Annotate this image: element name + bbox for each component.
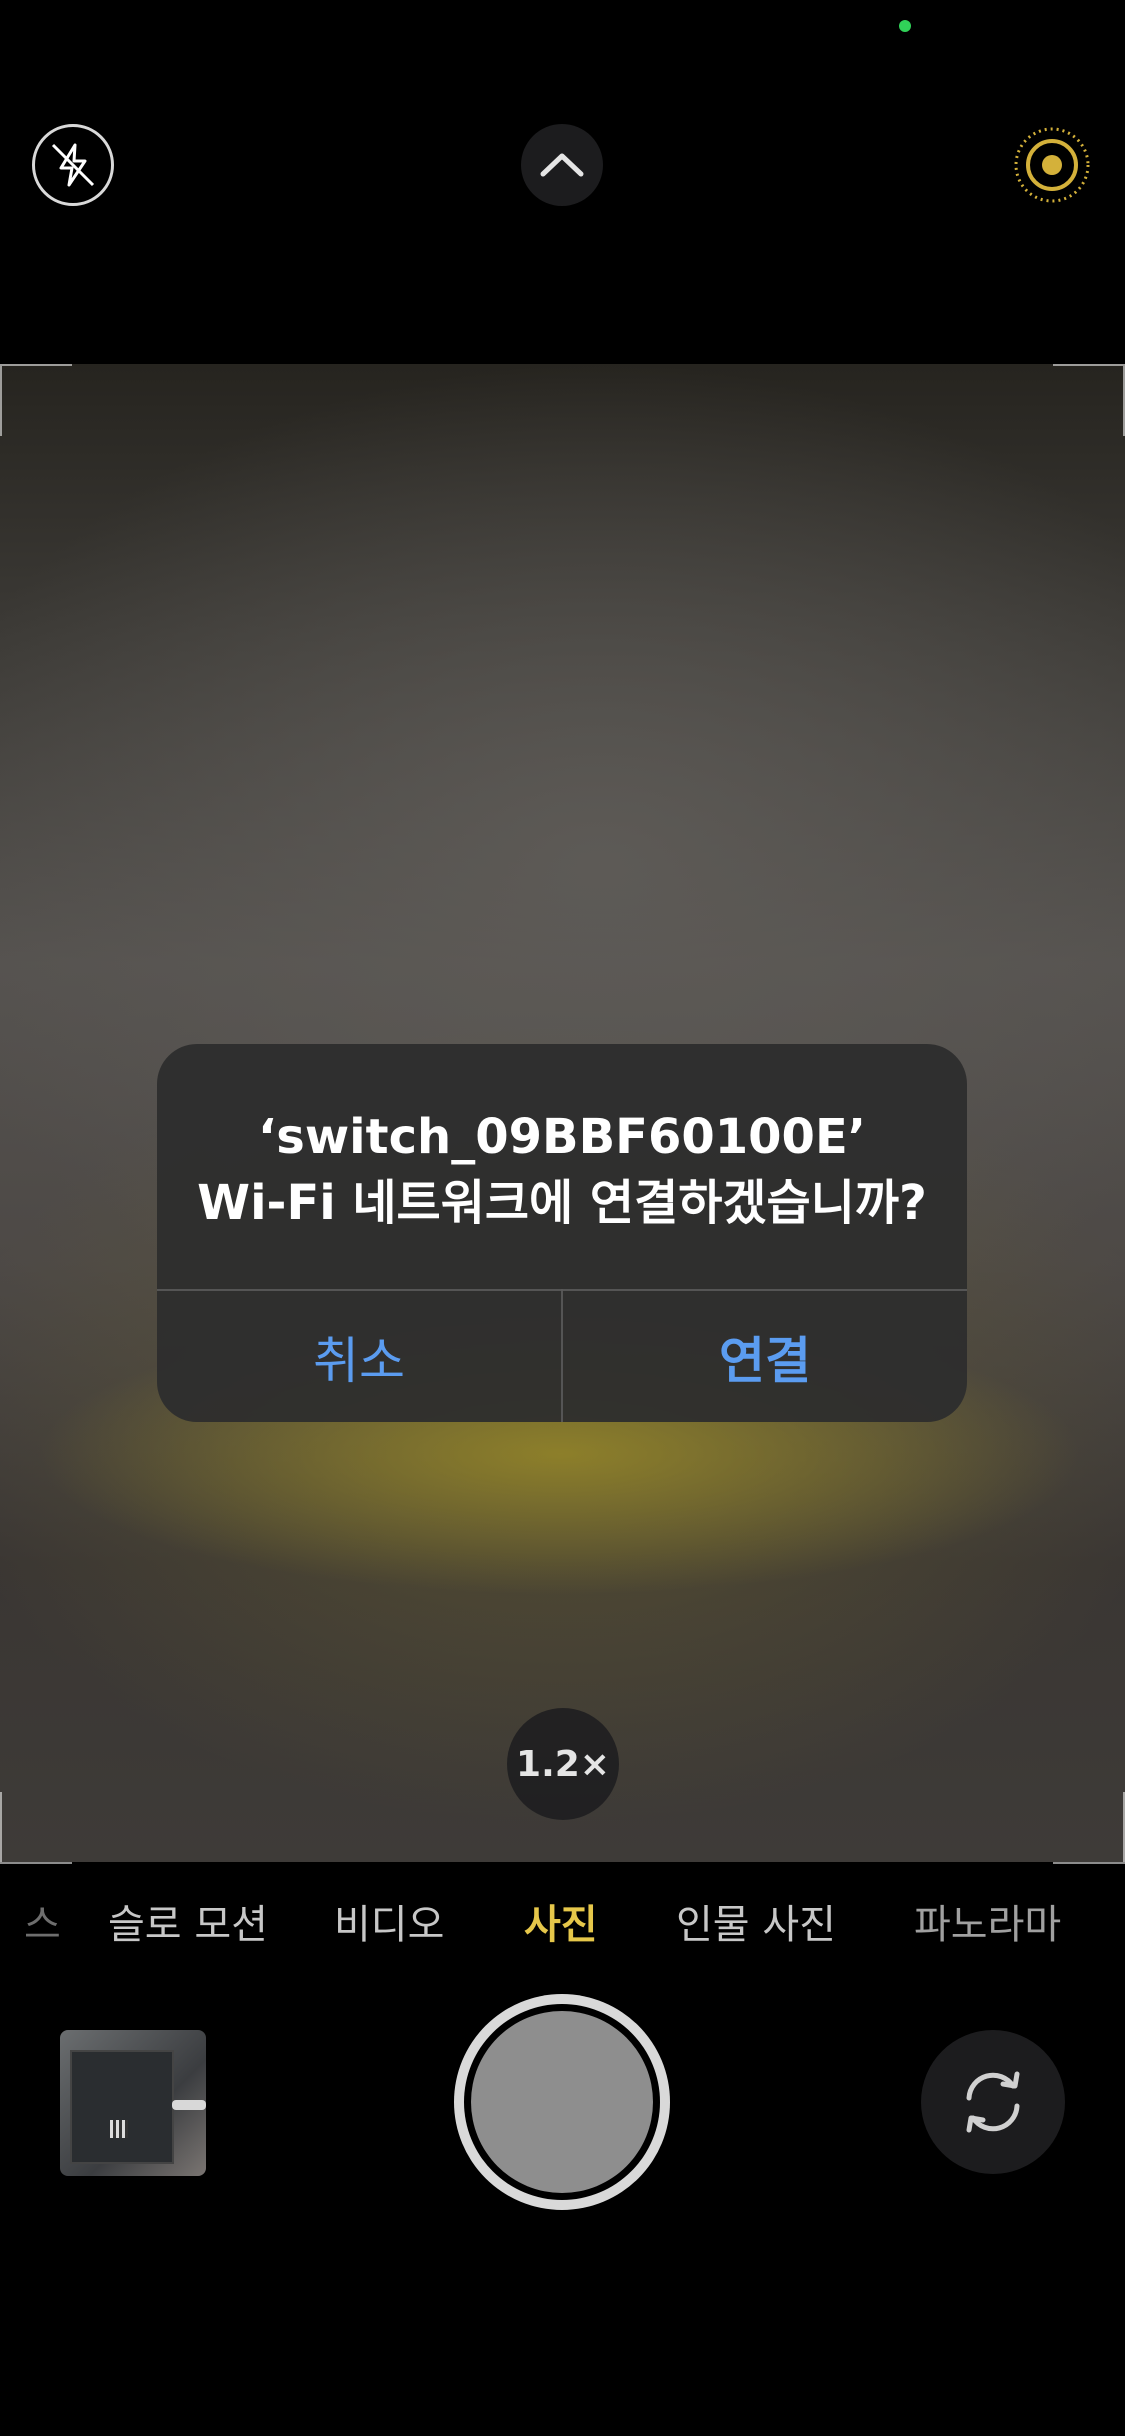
live-photo-button[interactable] [1011, 124, 1093, 206]
live-photo-icon [1014, 127, 1090, 203]
viewfinder-corner-top-left [0, 364, 72, 436]
chevron-up-icon [540, 153, 584, 177]
last-photo-thumbnail[interactable] [60, 2030, 206, 2176]
controls-toggle-button[interactable] [521, 124, 603, 206]
alert-title: ‘switch_09BBF60100E’ Wi-Fi 네트워크에 연결하겠습니까… [157, 1104, 967, 1236]
mode-portrait[interactable]: 인물 사진 [676, 1890, 836, 1960]
shutter-ring-gap [464, 2004, 660, 2200]
thumbnail-device-image [70, 2050, 174, 2164]
flash-off-icon [51, 143, 95, 187]
shutter-core [471, 2011, 653, 2193]
camera-screen: 1.2× ‘switch_09BBF60100E’ Wi-Fi 네트워크에 연결… [0, 0, 1125, 2436]
thumbnail-cable [172, 2100, 206, 2110]
viewfinder-corner-top-right [1053, 364, 1125, 436]
privacy-indicator-dot [899, 20, 911, 32]
zoom-button[interactable]: 1.2× [507, 1708, 619, 1820]
thumbnail-qr-code [110, 2120, 128, 2138]
viewfinder-corner-bottom-right [1053, 1792, 1125, 1864]
flash-button[interactable] [32, 124, 114, 206]
mode-time-lapse[interactable]: 스 [24, 1890, 61, 1960]
shutter-button[interactable] [454, 1994, 670, 2210]
camera-flip-button[interactable] [921, 2030, 1065, 2174]
alert-title-network-name: ‘switch_09BBF60100E’ [258, 1109, 866, 1165]
wifi-join-alert: ‘switch_09BBF60100E’ Wi-Fi 네트워크에 연결하겠습니까… [157, 1044, 967, 1422]
alert-title-question: Wi-Fi 네트워크에 연결하겠습니까? [197, 1175, 927, 1231]
viewfinder-corner-bottom-left [0, 1792, 72, 1864]
camera-flip-icon [966, 2071, 1020, 2133]
connect-button[interactable]: 연결 [563, 1291, 967, 1422]
mode-slo-mo[interactable]: 슬로 모션 [108, 1890, 268, 1960]
camera-mode-selector: 스 슬로 모션 비디오 사진 인물 사진 파노라마 [0, 1890, 1125, 1960]
mode-pano[interactable]: 파노라마 [914, 1890, 1061, 1960]
mode-photo[interactable]: 사진 [524, 1890, 598, 1960]
mode-video[interactable]: 비디오 [334, 1890, 444, 1960]
cancel-button[interactable]: 취소 [157, 1291, 561, 1422]
